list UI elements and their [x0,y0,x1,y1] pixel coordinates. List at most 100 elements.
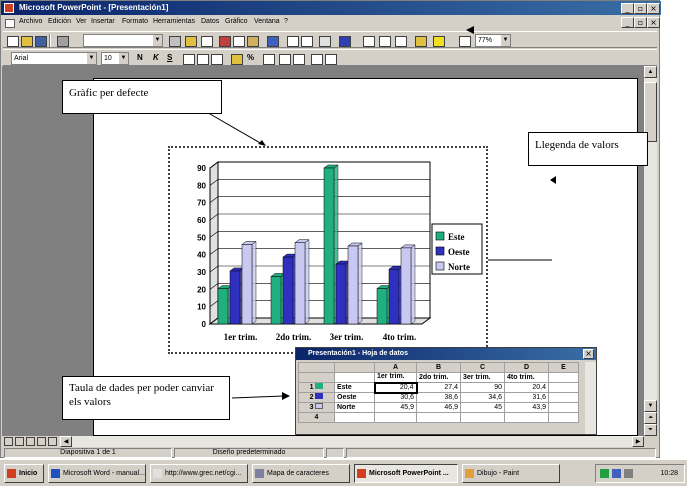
network-icon[interactable] [600,469,609,478]
x-tick-label: 1er trim. [224,332,258,342]
y-tick-label: 80 [197,181,206,190]
series-marker-icon [315,393,324,399]
datasheet-row-label[interactable]: Oeste [334,392,375,403]
start-label: Inicio [19,470,38,477]
datasheet-row-label[interactable]: Norte [334,402,375,413]
legend-swatch [435,246,445,256]
task-browser-label: http://www.grec.net/cgi... [165,470,242,477]
arrow-head-data-table [282,392,290,400]
chart-object[interactable]: 0 10 20 30 40 50 60 70 80 90 1er trim. 2do trim. 3er… [168,146,488,354]
row-number-text: 2 [309,394,314,401]
bar-side [357,242,363,325]
datasheet-cell[interactable]: 20,4 [504,382,549,393]
arrow-default-chart [209,113,263,145]
datasheet-cell[interactable] [548,392,579,403]
datasheet-cell[interactable]: 30,6 [374,392,417,403]
datasheet-cell-active[interactable]: 20,4 [373,381,418,394]
datasheet-cell[interactable]: 27,4 [416,382,461,393]
datasheet-row: 4 [298,412,579,423]
bar [335,263,347,325]
datasheet-col-header[interactable]: 3er trim. [460,372,505,383]
corner-cell[interactable] [298,362,335,373]
bar [241,244,253,325]
word-icon [51,469,60,478]
datasheet-cell[interactable]: 38,6 [416,392,461,403]
arrow-head-toolbar [466,26,474,34]
task-paint[interactable]: Dibujo - Paint [462,464,560,483]
row-number[interactable]: 1 [298,382,335,393]
series-marker-icon [315,383,324,389]
row-number[interactable]: 4 [298,412,335,423]
column-letter-b[interactable]: B [416,362,461,373]
y-tick-label: 60 [197,216,206,225]
bar [217,288,229,325]
datasheet-cell[interactable] [504,412,549,423]
datasheet-window[interactable]: Presentación1 - Hoja de datos × A B C D … [295,347,597,435]
datasheet-cell[interactable] [548,382,579,393]
taskbar: Inicio Microsoft Word - manual... http:/… [0,459,687,486]
datasheet-row-label[interactable]: Este [334,382,375,393]
x-tick-label: 4to trim. [383,332,417,342]
bar [282,256,294,325]
datasheet-cell[interactable] [460,412,505,423]
y-tick-label: 90 [197,164,206,173]
column-letter-e[interactable]: E [548,362,579,373]
system-tray: 10:28 [595,464,685,483]
datasheet-cell[interactable] [416,412,461,423]
clock: 10:28 [660,470,678,477]
datasheet-cell[interactable]: 90 [460,382,505,393]
datasheet-letter-row: A B C D E [298,362,579,373]
datasheet-close-button[interactable]: × [583,349,594,359]
datasheet-cell[interactable] [548,402,579,413]
task-powerpoint[interactable]: Microsoft PowerPoint ... [354,464,458,483]
volume-icon[interactable] [624,469,633,478]
bar [229,270,241,325]
row-number-text: 1 [309,384,314,391]
datasheet-col-header[interactable]: 2do trim. [416,372,461,383]
label-column-header[interactable] [334,362,375,373]
language-icon[interactable] [612,469,621,478]
datasheet-cell[interactable]: 45 [460,402,505,413]
datasheet-cell[interactable]: 31,6 [504,392,549,403]
x-tick-label: 3er trim. [330,332,364,342]
datasheet-cell[interactable] [334,372,375,383]
datasheet-col-header[interactable]: 1er trim. [374,372,417,383]
y-tick-label: 0 [202,320,207,329]
task-paint-label: Dibujo - Paint [477,470,520,477]
bar [376,288,388,325]
datasheet-title: Presentación1 - Hoja de datos [308,350,408,357]
datasheet-cell[interactable] [548,372,579,383]
datasheet-scrollbar[interactable] [585,362,596,434]
task-word[interactable]: Microsoft Word - manual... [48,464,146,483]
datasheet-cell[interactable]: 46,9 [416,402,461,413]
y-tick-label: 30 [197,268,206,277]
bar [400,247,412,325]
datasheet-cell[interactable] [548,412,579,423]
datasheet-row-label[interactable] [334,412,375,423]
y-tick-label: 20 [197,285,206,294]
row-number[interactable]: 3 [298,402,335,413]
datasheet-cell[interactable]: 43,9 [504,402,549,413]
y-tick-label: 70 [197,199,206,208]
datasheet-cell[interactable]: 34,6 [460,392,505,403]
bar [323,167,335,325]
column-letter-d[interactable]: D [504,362,549,373]
start-button[interactable]: Inicio [4,464,44,483]
column-letter-a[interactable]: A [374,362,417,373]
legend-label: Oeste [448,247,470,257]
column-letter-c[interactable]: C [460,362,505,373]
paint-icon [465,469,474,478]
windows-logo-icon [7,469,16,478]
bar [294,242,306,325]
task-charmap[interactable]: Mapa de caracteres [252,464,350,483]
task-powerpoint-label: Microsoft PowerPoint ... [369,470,449,477]
datasheet-cell[interactable] [374,412,417,423]
task-browser[interactable]: http://www.grec.net/cgi... [150,464,248,483]
row-number[interactable]: 2 [298,392,335,403]
datasheet-title-bar: Presentación1 - Hoja de datos [296,348,596,360]
legend-label: Norte [448,262,470,272]
task-word-label: Microsoft Word - manual... [63,470,145,477]
row-header-blank[interactable] [298,372,335,383]
datasheet-col-header[interactable]: 4to trim. [504,372,549,383]
datasheet-cell[interactable]: 45,9 [374,402,417,413]
